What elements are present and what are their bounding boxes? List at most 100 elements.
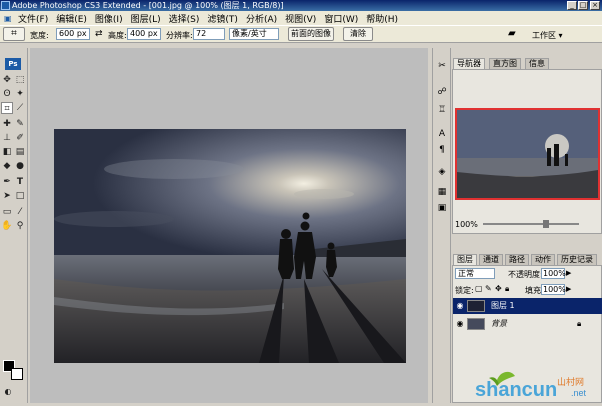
- visibility-eye-icon[interactable]: ◉: [455, 300, 465, 312]
- lock-image-icon[interactable]: ✎: [485, 284, 492, 293]
- resolution-input[interactable]: 72: [193, 28, 225, 40]
- fill-arrow-icon[interactable]: ▶: [566, 284, 574, 295]
- tool-panel: Ps ✥ ⬚ ʘ ✦ ⌗ ⟋ ✚ ✎ ⊥ ✐ ◧ ▤ ◆ ● ✒ T ➤ □ ▭…: [0, 48, 28, 403]
- layer-row-1[interactable]: ◉ 图层 1: [453, 298, 602, 314]
- workspace-icon[interactable]: ▰: [508, 28, 516, 39]
- tab-navigator[interactable]: 导航器: [453, 58, 485, 69]
- swatches-icon[interactable]: ▦: [436, 186, 448, 198]
- tools-preset-icon[interactable]: ✂: [436, 60, 448, 72]
- brush-tool-icon[interactable]: ✎: [14, 118, 26, 130]
- menu-filter[interactable]: 滤镜(T): [203, 12, 242, 25]
- clear-button[interactable]: 清除: [343, 27, 373, 41]
- ps-logo-icon: Ps: [5, 58, 21, 70]
- panel-dock-strip: ✂ ☍ ♖ A ¶ ◈ ▦ ▣: [432, 48, 451, 403]
- zoom-slider-thumb[interactable]: [543, 220, 549, 228]
- move-tool-icon[interactable]: ✥: [1, 74, 13, 86]
- visibility-eye-icon[interactable]: ◉: [455, 318, 465, 330]
- quick-mask-icon[interactable]: ◐: [2, 386, 14, 398]
- menu-view[interactable]: 视图(V): [281, 12, 320, 25]
- layer-name: 背景: [491, 319, 507, 328]
- tab-layers[interactable]: 图层: [453, 254, 477, 265]
- width-input[interactable]: 600 px: [56, 28, 90, 40]
- menu-window[interactable]: 窗口(W): [320, 12, 362, 25]
- beach-sunset-photo: [54, 129, 406, 363]
- document-canvas-area: [30, 48, 428, 403]
- lock-position-icon[interactable]: ✥: [495, 284, 502, 293]
- opacity-arrow-icon[interactable]: ▶: [566, 268, 574, 279]
- workspace-menu[interactable]: 工作区 ▾: [532, 30, 563, 41]
- title-bar: Adobe Photoshop CS3 Extended - [001.jpg …: [0, 0, 602, 11]
- tab-histogram[interactable]: 直方图: [489, 58, 521, 69]
- swap-dimensions-icon[interactable]: ⇄: [95, 29, 103, 39]
- paragraph-icon[interactable]: ¶: [436, 144, 448, 156]
- marquee-tool-icon[interactable]: ⬚: [14, 74, 26, 86]
- layer-comps-icon[interactable]: ◈: [436, 166, 448, 178]
- watermark-suffix: .net: [571, 388, 587, 398]
- watermark-text: shancun: [475, 379, 557, 401]
- blend-mode-select[interactable]: 正常: [455, 268, 495, 279]
- opacity-input[interactable]: 100%: [541, 268, 566, 279]
- crop-tool-preset-icon[interactable]: ⌗: [3, 27, 25, 41]
- hand-tool-icon[interactable]: ✋: [1, 220, 13, 232]
- character-icon[interactable]: A: [436, 128, 448, 140]
- eyedropper-tool-icon[interactable]: ⁄: [14, 206, 26, 218]
- lock-label: 锁定:: [455, 286, 474, 295]
- menu-analysis[interactable]: 分析(A): [242, 12, 281, 25]
- tab-history[interactable]: 历史记录: [557, 254, 597, 265]
- history-brush-icon[interactable]: ✐: [14, 132, 26, 144]
- path-selection-icon[interactable]: ➤: [1, 190, 13, 202]
- clone-source-icon[interactable]: ♖: [436, 104, 448, 116]
- background-color-swatch[interactable]: [11, 368, 23, 380]
- blur-tool-icon[interactable]: ◆: [1, 160, 13, 172]
- notes-tool-icon[interactable]: ▭: [1, 206, 13, 218]
- resolution-unit-select[interactable]: 像素/英寸: [229, 28, 279, 40]
- ps-menu-icon[interactable]: ▣: [0, 14, 14, 23]
- watermark-logo: shancun 山村网 .net: [475, 368, 602, 403]
- zoom-slider[interactable]: [483, 223, 579, 225]
- crop-tool-icon[interactable]: ⌗: [1, 102, 13, 114]
- minimize-button[interactable]: _: [567, 1, 577, 10]
- photoshop-logo-icon: [1, 1, 10, 10]
- front-image-button[interactable]: 前面的图像: [288, 27, 334, 41]
- menu-bar: ▣ 文件(F) 编辑(E) 图像(I) 图层(L) 选择(S) 滤镜(T) 分析…: [0, 11, 602, 25]
- menu-edit[interactable]: 编辑(E): [52, 12, 91, 25]
- type-tool-icon[interactable]: T: [14, 176, 26, 188]
- fill-input[interactable]: 100%: [541, 284, 566, 295]
- options-bar: ⌗ 宽度: 600 px ⇄ 高度: 400 px 分辨率: 72 像素/英寸 …: [0, 25, 602, 43]
- dodge-tool-icon[interactable]: ●: [14, 160, 26, 172]
- menu-help[interactable]: 帮助(H): [362, 12, 402, 25]
- opacity-label: 不透明度:: [508, 270, 543, 279]
- lock-transparent-icon[interactable]: ▢: [475, 284, 483, 293]
- height-input[interactable]: 400 px: [127, 28, 161, 40]
- eraser-tool-icon[interactable]: ◧: [1, 146, 13, 158]
- clone-stamp-icon[interactable]: ⊥: [1, 132, 13, 144]
- menu-select[interactable]: 选择(S): [165, 12, 204, 25]
- tab-paths[interactable]: 路径: [505, 254, 529, 265]
- window-title: Adobe Photoshop CS3 Extended - [001.jpg …: [12, 1, 284, 10]
- menu-layer[interactable]: 图层(L): [127, 12, 165, 25]
- menu-image[interactable]: 图像(I): [91, 12, 127, 25]
- tab-channels[interactable]: 通道: [479, 254, 503, 265]
- healing-brush-icon[interactable]: ✚: [1, 118, 13, 130]
- magic-wand-tool-icon[interactable]: ✦: [14, 88, 26, 100]
- navigator-thumbnail[interactable]: [455, 108, 600, 200]
- layer-lock-icon: 🔒︎: [577, 319, 582, 328]
- lasso-tool-icon[interactable]: ʘ: [1, 88, 13, 100]
- close-button[interactable]: ×: [590, 1, 600, 10]
- gradient-tool-icon[interactable]: ▤: [14, 146, 26, 158]
- maximize-button[interactable]: □: [578, 1, 588, 10]
- shape-tool-icon[interactable]: □: [14, 190, 26, 202]
- zoom-tool-icon[interactable]: ⚲: [14, 220, 26, 232]
- brushes-icon[interactable]: ☍: [436, 86, 448, 98]
- slice-tool-icon[interactable]: ⟋: [14, 102, 26, 114]
- lock-all-icon[interactable]: 🔒︎: [505, 284, 509, 294]
- layer-name: 图层 1: [491, 301, 515, 310]
- styles-icon[interactable]: ▣: [436, 202, 448, 214]
- layer-row-2[interactable]: ◉ 背景 🔒︎: [453, 316, 602, 332]
- tab-info[interactable]: 信息: [525, 58, 549, 69]
- menu-file[interactable]: 文件(F): [14, 12, 52, 25]
- pen-tool-icon[interactable]: ✒: [1, 176, 13, 188]
- navigator-zoom-value[interactable]: 100%: [455, 220, 478, 229]
- layer-thumbnail: [467, 318, 485, 330]
- tab-actions[interactable]: 动作: [531, 254, 555, 265]
